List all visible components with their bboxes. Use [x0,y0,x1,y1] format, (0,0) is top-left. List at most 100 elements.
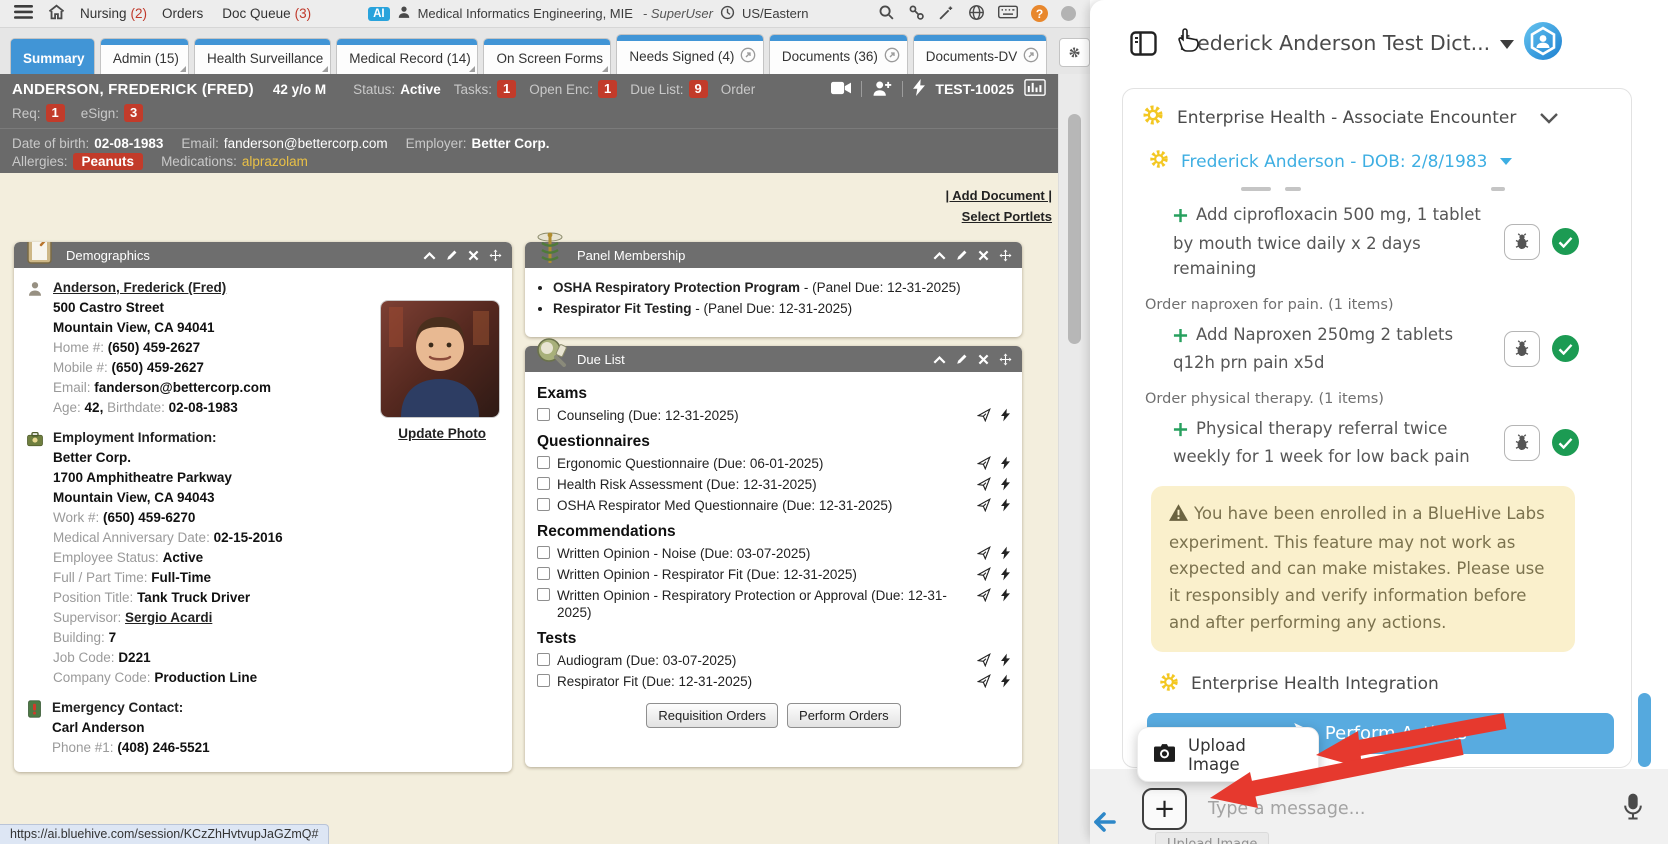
emergency-heading: Emergency Contact: [52,698,210,718]
supervisor-link[interactable]: Sergio Acardi [125,610,212,625]
perform-order-icon[interactable] [1001,567,1010,581]
req-count-badge[interactable]: 1 [46,104,65,122]
tab-documents[interactable]: Documents (36) [769,34,908,74]
move-icon[interactable] [999,249,1012,262]
allergy-badge[interactable]: Peanuts [73,153,144,170]
debug-button[interactable] [1504,224,1540,260]
due-section-heading: Questionnaires [537,433,1010,451]
perform-orders-button[interactable]: Perform Orders [787,703,901,728]
collapse-icon[interactable] [933,250,946,261]
send-order-icon[interactable] [977,588,991,602]
session-title[interactable]: Frederick Anderson Test Dict... [1165,31,1528,55]
debug-button[interactable] [1504,425,1540,461]
nav-doc-queue[interactable]: Doc Queue (3) [222,6,311,21]
collapse-icon[interactable] [933,354,946,365]
open-enc-count-badge[interactable]: 1 [598,80,617,98]
popout-icon[interactable] [1023,47,1039,66]
move-icon[interactable] [999,353,1012,366]
tasks-count-badge[interactable]: 1 [497,80,516,98]
tab-medical-record[interactable]: Medical Record (14) [336,38,478,74]
video-camera-icon[interactable] [831,81,851,98]
sidebar-toggle-icon[interactable] [1130,31,1157,60]
send-order-icon[interactable] [977,653,991,667]
chart-icon[interactable] [1024,79,1046,99]
add-document-link[interactable]: | Add Document | [946,185,1052,206]
checkbox[interactable] [537,567,550,580]
nav-orders[interactable]: Orders [162,6,207,21]
edit-icon[interactable] [956,249,968,261]
tab-needs-signed[interactable]: Needs Signed (4) [616,34,764,74]
message-input[interactable]: Type a message... [1208,799,1365,819]
help-icon[interactable] [1031,5,1048,22]
collapse-icon[interactable] [423,250,436,261]
tab-admin[interactable]: Admin (15) [100,38,189,74]
upload-image-menu-item[interactable]: Upload Image [1137,727,1319,782]
perform-order-icon[interactable] [1001,653,1010,667]
search-icon[interactable] [878,4,895,24]
patient-name-link[interactable]: Anderson, Frederick (Fred) [53,280,226,295]
checkbox[interactable] [537,546,550,559]
perform-order-icon[interactable] [1001,456,1010,470]
checkbox[interactable] [537,674,550,687]
tab-on-screen-forms[interactable]: On Screen Forms [483,38,611,74]
send-order-icon[interactable] [977,477,991,491]
debug-button[interactable] [1504,331,1540,367]
close-icon[interactable] [978,354,989,365]
checkbox[interactable] [537,477,550,490]
order-link[interactable]: Order [721,82,756,97]
emergency-phone: (408) 246-5521 [117,740,209,755]
tab-settings-button[interactable] [1059,38,1090,67]
perform-order-icon[interactable] [1001,408,1010,422]
wand-icon[interactable] [938,4,955,24]
send-order-icon[interactable] [977,567,991,581]
chevron-down-icon[interactable] [1539,112,1559,124]
ai-badge: AI [368,7,390,21]
checkbox[interactable] [537,456,550,469]
nav-nursing[interactable]: Nursing (2) [80,6,147,21]
success-check-icon [1552,228,1579,255]
link-icon[interactable] [908,4,925,24]
globe-icon[interactable] [968,4,985,24]
close-icon[interactable] [978,250,989,261]
add-person-icon[interactable] [872,80,892,99]
update-photo-link[interactable]: Update Photo [398,424,486,444]
send-order-icon[interactable] [977,546,991,560]
perform-order-icon[interactable] [1001,546,1010,560]
microphone-icon[interactable] [1622,793,1644,821]
send-order-icon[interactable] [977,408,991,422]
due-list-count-badge[interactable]: 9 [689,80,708,98]
perform-order-icon[interactable] [1001,588,1010,602]
send-order-icon[interactable] [977,456,991,470]
popout-icon[interactable] [740,47,756,66]
checkbox[interactable] [537,408,550,421]
esign-count-badge[interactable]: 3 [124,104,143,122]
perform-order-icon[interactable] [1001,498,1010,512]
birthdate-value: 02-08-1983 [169,400,238,415]
edit-icon[interactable] [956,353,968,365]
requisition-orders-button[interactable]: Requisition Orders [646,703,778,728]
popout-icon[interactable] [884,47,900,66]
attach-button[interactable]: + [1142,788,1187,830]
checkbox[interactable] [537,588,550,601]
send-order-icon[interactable] [977,498,991,512]
ehr-scrollbar-thumb[interactable] [1068,114,1081,344]
perform-order-icon[interactable] [1001,674,1010,688]
perform-order-icon[interactable] [1001,477,1010,491]
close-icon[interactable] [468,250,479,261]
home-icon[interactable] [48,4,65,23]
tab-summary[interactable]: Summary [10,38,95,74]
patient-context-link[interactable]: Frederick Anderson - DOB: 2/8/1983 [1123,142,1631,179]
checkbox[interactable] [537,498,550,511]
collapse-panel-icon[interactable] [1092,810,1118,834]
select-portlets-link[interactable]: Select Portlets [946,206,1052,227]
send-order-icon[interactable] [977,674,991,688]
hamburger-menu-icon[interactable] [14,5,33,22]
checkbox[interactable] [537,653,550,666]
keyboard-icon[interactable] [998,5,1018,22]
tab-documents-dv[interactable]: Documents-DV [913,34,1048,74]
panel-scrollbar-thumb[interactable] [1638,693,1651,767]
move-icon[interactable] [489,249,502,262]
lightning-icon[interactable] [913,79,925,99]
edit-icon[interactable] [446,249,458,261]
tab-health-surveillance[interactable]: Health Surveillance [194,38,331,74]
